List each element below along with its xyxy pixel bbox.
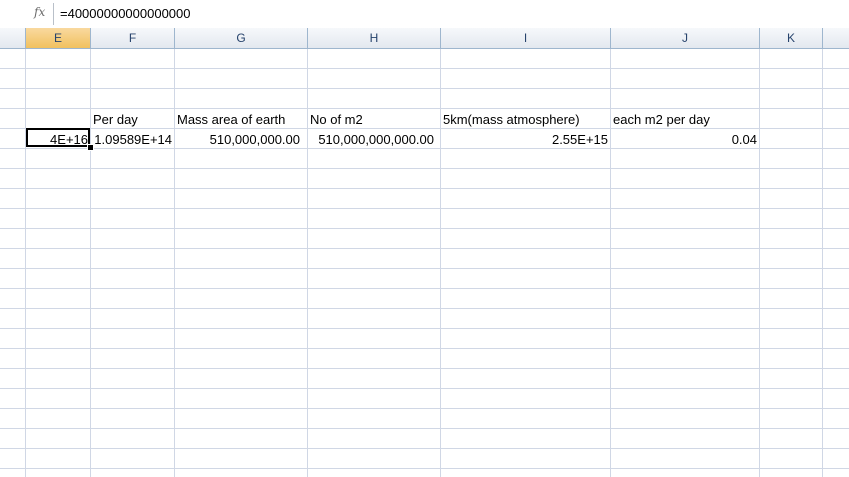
column-header-i[interactable]: I [441,28,611,48]
formula-input[interactable]: =40000000000000000 [58,0,849,28]
gridline [174,49,175,477]
cell-e-value[interactable]: 4E+16 [26,130,88,149]
column-header-h[interactable]: H [308,28,441,48]
column-header-k[interactable]: K [760,28,823,48]
cell-f-value[interactable]: 1.09589E+14 [91,130,172,149]
insert-function-icon[interactable]: fx [34,5,45,19]
gridline [307,49,308,477]
cell-j-header[interactable]: each m2 per day [613,110,710,129]
column-header-e[interactable]: E [26,28,91,48]
cell-f-header[interactable]: Per day [93,110,138,129]
gridline [759,49,760,477]
select-all-corner[interactable] [0,28,26,48]
gridline [440,49,441,477]
column-header-j[interactable]: J [611,28,760,48]
column-header-f[interactable]: F [91,28,175,48]
formula-bar: fx =40000000000000000 [0,0,849,29]
cell-j-value[interactable]: 0.04 [611,130,757,149]
cell-g-value[interactable]: 510,000,000.00 [175,130,300,149]
cell-i-value[interactable]: 2.55E+15 [441,130,608,149]
gridline [822,49,823,477]
gridline [25,49,26,477]
column-header-bar: E F G H I J K [0,28,849,49]
column-header-l[interactable] [823,28,849,48]
column-header-g[interactable]: G [175,28,308,48]
cell-i-header[interactable]: 5km(mass atmosphere) [443,110,580,129]
gridline [90,49,91,477]
cell-g-header[interactable]: Mass area of earth [177,110,285,129]
formula-bar-divider [53,3,54,25]
cell-h-value[interactable]: 510,000,000,000.00 [308,130,434,149]
gridline [610,49,611,477]
name-box-area: fx [0,0,55,28]
cell-h-header[interactable]: No of m2 [310,110,363,129]
